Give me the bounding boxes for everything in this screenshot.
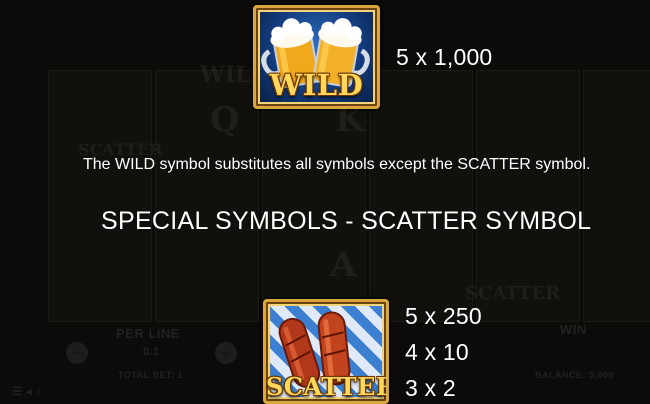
scatter-payout-3: 3 x 2	[405, 375, 456, 401]
bg-plus-button: +	[215, 342, 237, 364]
bg-per-line-label: PER LINE	[116, 326, 180, 341]
bg-balance: BALANCE: 5,000	[535, 370, 615, 380]
wild-payout: 5 x 1,000	[396, 44, 493, 70]
wild-description: The WILD symbol substitutes all symbols …	[83, 156, 591, 173]
scatter-payout-4: 4 x 10	[405, 339, 469, 365]
bg-reel	[369, 70, 473, 322]
bg-reel	[155, 70, 259, 322]
bg-reel	[583, 70, 650, 322]
bg-reel	[476, 70, 580, 322]
wild-symbol-label: WILD	[269, 68, 364, 102]
bg-minus-button: −	[66, 342, 88, 364]
bg-total-bet: TOTAL BET: 1	[118, 370, 184, 380]
bg-bet-value: 0.1	[143, 346, 160, 358]
bg-reel	[48, 70, 152, 322]
wild-symbol-tile: WILD	[253, 5, 380, 109]
scatter-payout-5: 5 x 250	[405, 303, 482, 329]
scatter-symbol-label: SCATTER	[266, 372, 389, 401]
scatter-symbol-tile: SCATTER	[263, 299, 389, 404]
bg-win-label: WIN	[560, 322, 587, 337]
bg-menu-icons: ☰ ◂ ♪	[12, 386, 42, 398]
scatter-section-title: SPECIAL SYMBOLS - SCATTER SYMBOL	[101, 207, 592, 235]
